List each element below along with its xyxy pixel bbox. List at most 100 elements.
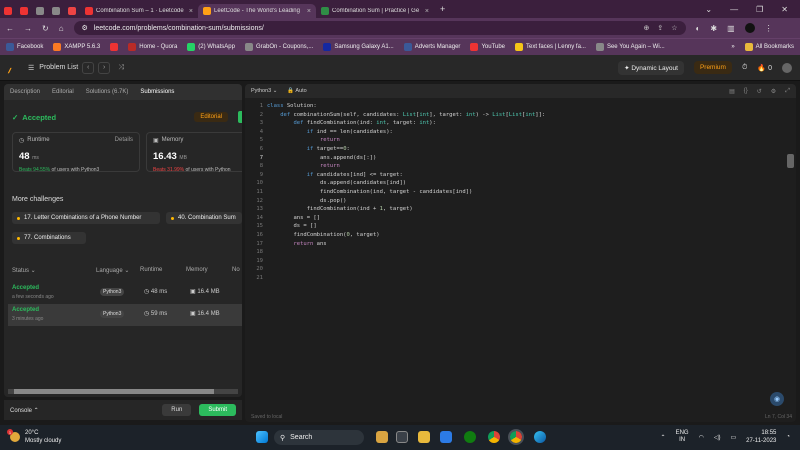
code-line[interactable]: 6 if target==0: — [245, 146, 765, 155]
user-avatar[interactable] — [782, 62, 792, 73]
language-indicator[interactable]: ENG IN — [676, 430, 689, 444]
code-line[interactable]: 18 — [245, 249, 765, 258]
browser-tab[interactable]: Combination Sum – 1 · Leetcode × — [80, 4, 198, 18]
browser-tab[interactable]: Combination Sum | Practice | Ge × — [316, 4, 434, 18]
windows-start-icon[interactable] — [256, 431, 268, 443]
code-line[interactable]: 5 return — [245, 137, 765, 146]
editor-scrollbar[interactable] — [787, 154, 794, 168]
browser-tab[interactable] — [64, 4, 80, 18]
col-language[interactable]: Language ⌄ — [96, 267, 140, 274]
reset-icon[interactable]: ↺ — [757, 88, 762, 95]
ms-store-icon[interactable] — [440, 431, 452, 443]
close-window-icon[interactable]: ✕ — [781, 5, 788, 14]
bookmark-item[interactable]: Text faces | Lenny fa... — [515, 43, 586, 51]
close-tab-icon[interactable]: × — [425, 8, 429, 15]
shuffle-icon[interactable]: ⤨ — [118, 64, 124, 72]
run-button[interactable]: Run — [162, 404, 192, 416]
volume-icon[interactable]: ◁) — [714, 434, 721, 441]
profile-avatar[interactable] — [744, 23, 755, 33]
code-line[interactable]: 13 findCombination(ind + 1, target) — [245, 206, 765, 215]
browser-tab[interactable] — [48, 4, 64, 18]
auto-toggle[interactable]: 🔒 Auto — [287, 88, 306, 94]
bookmark-item[interactable]: Adverts Manager — [403, 43, 460, 51]
table-row[interactable]: Accepted a few seconds ago Python3 ◷ 48 … — [8, 282, 242, 304]
bookmark-item[interactable]: See You Again – Wi... — [595, 43, 665, 51]
leetcode-logo[interactable]: ⳇ — [8, 63, 18, 75]
site-info-icon[interactable]: ⚙ — [82, 24, 88, 32]
battery-icon[interactable]: ▭ — [730, 434, 736, 441]
chrome-active-icon[interactable] — [508, 429, 524, 445]
all-bookmarks-button[interactable]: All Bookmarks — [744, 43, 794, 51]
problem-list-icon[interactable]: ☰ — [28, 64, 34, 72]
bookmark-item[interactable]: Home - Quora — [128, 43, 177, 51]
tab-search-icon[interactable]: ⌄ — [705, 5, 712, 14]
close-tab-icon[interactable]: × — [189, 8, 193, 15]
code-line[interactable]: 19 — [245, 258, 765, 267]
browser-tab[interactable] — [32, 4, 48, 18]
next-problem-button[interactable]: › — [98, 61, 111, 74]
prev-problem-button[interactable]: ‹ — [82, 61, 95, 74]
problem-list-link[interactable]: Problem List — [39, 64, 78, 71]
horizontal-scrollbar[interactable] — [8, 389, 238, 394]
settings-icon[interactable]: ⚙ — [771, 88, 776, 95]
bookmark-item[interactable]: Facebook — [6, 43, 43, 51]
code-line[interactable]: 20 — [245, 266, 765, 275]
minimize-icon[interactable]: — — [730, 5, 738, 14]
edge-icon[interactable] — [534, 431, 546, 443]
timer-icon[interactable]: ⏱ — [742, 64, 747, 72]
console-toggle[interactable]: Console ⌃ — [10, 407, 39, 414]
notes-icon[interactable]: ▤ — [729, 88, 735, 95]
bookmark-item[interactable]: YouTube — [470, 43, 505, 51]
browser-tab[interactable] — [16, 4, 32, 18]
translate-icon[interactable]: ⊕ — [644, 24, 650, 32]
code-line[interactable]: 14 ans = [] — [245, 215, 765, 224]
code-line[interactable]: 8 return — [245, 163, 765, 172]
weather-widget[interactable]: 1 20°C Mostly cloudy — [7, 429, 61, 445]
code-line[interactable]: 16 findCombination(0, target) — [245, 232, 765, 241]
back-icon[interactable]: ← — [6, 24, 14, 33]
chat-assist-icon[interactable]: ◉ — [770, 392, 784, 406]
maximize-icon[interactable]: ❐ — [756, 5, 763, 14]
close-tab-icon[interactable]: × — [307, 8, 311, 15]
code-area[interactable]: 1 class Solution: 2 def combinationSum(sel… — [245, 103, 765, 283]
tab-description[interactable]: Description — [10, 89, 40, 95]
premium-button[interactable]: Premium — [693, 61, 732, 74]
language-select[interactable]: Python3 ⌄ — [251, 88, 277, 94]
file-explorer-icon[interactable] — [418, 431, 430, 443]
clock[interactable]: 18:55 27-11-2023 — [746, 429, 776, 445]
reload-icon[interactable]: ↻ — [42, 24, 49, 33]
code-line[interactable]: 17 return ans — [245, 241, 765, 250]
code-line[interactable]: 15 ds = [] — [245, 223, 765, 232]
bookmark-item[interactable]: GrabOn - Coupons,... — [244, 43, 313, 51]
code-line[interactable]: 10 ds.append(candidates[ind]) — [245, 180, 765, 189]
submit-button[interactable]: Submit — [199, 404, 236, 416]
xbox-icon[interactable] — [464, 431, 476, 443]
tab-editorial[interactable]: Editorial — [52, 89, 74, 95]
wifi-icon[interactable]: ◠ — [699, 434, 704, 441]
chrome-icon[interactable] — [488, 431, 500, 443]
url-field[interactable]: ⚙ leetcode.com/problems/combination-sum/… — [73, 21, 686, 35]
bookmark-item[interactable] — [110, 43, 119, 51]
code-line[interactable]: 2 def combinationSum(self, candidates: L… — [245, 112, 765, 121]
browser-tab[interactable]: LeetCode - The World's Leading × — [198, 4, 316, 18]
widgets-icon[interactable] — [376, 431, 388, 443]
col-status[interactable]: Status ⌄ — [12, 267, 96, 274]
code-line[interactable]: 12 ds.pop() — [245, 198, 765, 207]
forward-icon[interactable]: → — [24, 24, 32, 33]
dynamic-layout-button[interactable]: ✦ Dynamic Layout — [618, 60, 684, 75]
notification-icon[interactable]: ◔ — [786, 434, 790, 440]
browser-tab[interactable] — [0, 4, 16, 18]
extension-icon[interactable]: ◐ — [696, 24, 701, 33]
table-row[interactable]: Accepted 3 minutes ago Python3 ◷ 59 ms ▣… — [8, 304, 242, 326]
tab-submissions[interactable]: Submissions — [140, 89, 174, 95]
bookmark-item[interactable]: XAMPP 5.6.3 — [53, 43, 100, 51]
code-line[interactable]: 7 ans.append(ds[:]) — [245, 155, 765, 164]
code-line[interactable]: 4 if ind == len(candidates): — [245, 129, 765, 138]
fullscreen-icon[interactable]: ⤢ — [785, 88, 790, 95]
streak-counter[interactable]: 🔥 0 — [757, 64, 772, 72]
bookmark-star-icon[interactable]: ☆ — [671, 24, 677, 32]
memory-card[interactable]: ▣ Memory 16.43 MB Beats 31.99% of users … — [146, 132, 242, 173]
code-line[interactable]: 11 findCombination(ind, target - candida… — [245, 189, 765, 198]
code-line[interactable]: 21 — [245, 275, 765, 284]
editorial-button[interactable]: Editorial — [194, 112, 228, 122]
